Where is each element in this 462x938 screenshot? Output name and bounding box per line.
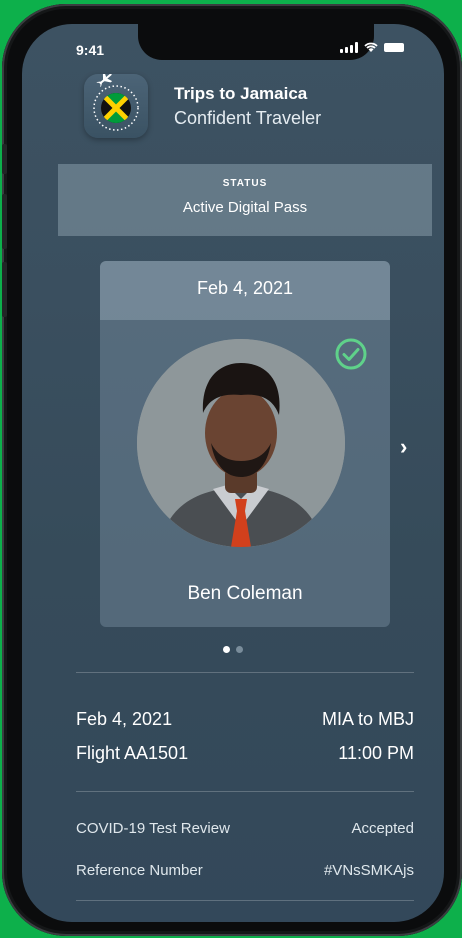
- jamaica-flag-icon: [93, 71, 139, 131]
- notch: [138, 24, 374, 60]
- detail-label: Reference Number: [76, 862, 203, 879]
- status-label: STATUS: [222, 178, 268, 189]
- avatar: [137, 339, 345, 547]
- page-indicator[interactable]: [22, 646, 444, 653]
- detail-value: Accepted: [351, 820, 414, 837]
- battery-icon: [384, 43, 404, 52]
- phone-frame: 9:41 Trips to Jamaica Confident Traveler…: [2, 4, 462, 936]
- screen: 9:41 Trips to Jamaica Confident Traveler…: [22, 24, 444, 922]
- signal-icon: [340, 42, 358, 53]
- divider: [76, 672, 414, 673]
- flight-route: MIA to MBJ: [321, 709, 414, 729]
- card-date-header: Feb 4, 2021: [100, 261, 390, 320]
- app-icon: [84, 71, 148, 138]
- system-icons: [340, 42, 404, 53]
- wifi-icon: [364, 42, 378, 52]
- card-date: Feb 4, 2021: [196, 278, 294, 298]
- chevron-right-icon[interactable]: ›: [400, 434, 407, 460]
- detail-value: #VNsSMKAjs: [323, 862, 414, 879]
- divider: [76, 900, 414, 901]
- detail-label: COVID-19 Test Review: [76, 820, 230, 837]
- app-subtitle: Confident Traveler: [174, 108, 322, 128]
- volume-down-button: [2, 262, 7, 317]
- pass-card[interactable]: Feb 4, 2021 Ben Coleman: [100, 261, 390, 627]
- divider: [76, 791, 414, 792]
- page-dot-active[interactable]: [223, 646, 230, 653]
- status-time: 9:41: [76, 42, 105, 58]
- traveler-photo: [137, 339, 345, 547]
- page-dot[interactable]: [236, 646, 243, 653]
- flight-time: 11:00 PM: [338, 743, 414, 763]
- check-circle-icon: [335, 338, 367, 370]
- side-button: [2, 144, 7, 174]
- airplane-icon: [96, 71, 113, 88]
- traveler-name: Ben Coleman: [187, 583, 303, 604]
- flight-number: Flight AA1501: [76, 743, 189, 763]
- flight-date: Feb 4, 2021: [76, 709, 173, 729]
- status-value: Active Digital Pass: [182, 199, 308, 216]
- app-title: Trips to Jamaica: [174, 84, 308, 103]
- volume-up-button: [2, 194, 7, 249]
- status-panel: STATUS Active Digital Pass: [58, 164, 432, 236]
